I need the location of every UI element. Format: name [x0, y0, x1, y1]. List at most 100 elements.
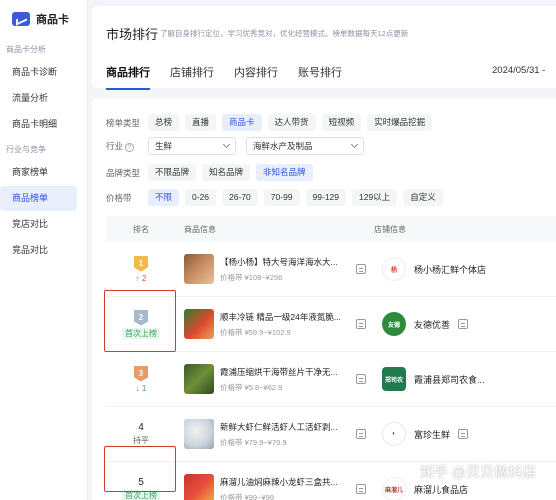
column-header-rank: 排名 [133, 224, 149, 234]
copy-icon[interactable] [356, 429, 366, 439]
list-type-chip[interactable]: 实时爆品挖掘 [367, 114, 433, 131]
list-type-chip-selected[interactable]: 商品卡 [222, 114, 262, 131]
product-image[interactable] [184, 419, 214, 449]
product-title[interactable]: 【杨小杨】特大号海洋海水大... [220, 256, 350, 268]
product-cell[interactable]: 麻溜儿油焖麻辣小龙虾三盒共... 价格带 ¥99~¥99 [176, 474, 368, 500]
copy-icon[interactable] [458, 429, 469, 439]
chevron-down-icon [350, 140, 359, 149]
help-icon[interactable]: ? [125, 143, 135, 152]
table-header: 排名 商品信息 店铺信息 [106, 216, 556, 242]
rank-cell: 1 ↑ 2 [106, 255, 176, 283]
product-cell[interactable]: 顺丰冷链 精品一级24年液氮脆... 价格带 ¥59.9~¥102.9 [176, 309, 368, 339]
product-cell[interactable]: 【杨小杨】特大号海洋海水大... 价格带 ¥108~¥256 [176, 254, 368, 284]
brand[interactable]: 商品卡 [0, 0, 87, 38]
select-value: 海鲜水产及制品 [253, 141, 313, 151]
copy-icon[interactable] [356, 264, 366, 274]
date-range-picker[interactable]: 2024/05/31 - [492, 65, 545, 76]
product-title[interactable]: 霞浦压缩烘干海带丝片干净无... [220, 366, 350, 378]
shop-name[interactable]: 杨小杨汇鲜个体店 [414, 263, 486, 276]
sidebar-item-card-details[interactable]: 商品卡明细 [0, 112, 87, 137]
copy-icon[interactable] [356, 374, 366, 384]
tab-account-ranking[interactable]: 账号排行 [298, 64, 342, 90]
price-chip[interactable]: 0-26 [185, 189, 217, 206]
product-title[interactable]: 顺丰冷链 精品一级24年液氮脆... [220, 311, 350, 323]
copy-icon[interactable] [356, 319, 366, 329]
nav-group-title: 行业与竞争 [6, 145, 46, 154]
industry-secondary-select[interactable]: 海鲜水产及制品 [246, 137, 364, 155]
rank-trend: ↑ 2 [135, 273, 147, 283]
sidebar-item-product-ranking[interactable]: 商品榜单 [0, 186, 77, 211]
filter-label: 品牌类型 [106, 167, 141, 178]
product-price: 价格带 ¥59.9~¥102.9 [220, 327, 291, 337]
sidebar-item-card-diagnosis[interactable]: 商品卡诊断 [0, 60, 87, 85]
column-header-shop: 店铺信息 [374, 224, 406, 234]
price-chip-custom[interactable]: 自定义 [403, 189, 443, 206]
rank-cell: 3 ↓ 1 [106, 365, 176, 393]
shop-name[interactable]: 麻溜儿食品店 [414, 483, 468, 496]
shop-logo: 麻溜儿 [382, 477, 406, 500]
price-chip[interactable]: 70-99 [263, 189, 300, 206]
tab-product-ranking[interactable]: 商品排行 [106, 64, 150, 90]
tab-shop-ranking[interactable]: 店铺排行 [170, 64, 214, 90]
shop-name[interactable]: 霞浦县郑司农食... [414, 373, 485, 386]
shop-cell[interactable]: 杨 杨小杨汇鲜个体店 [368, 257, 486, 281]
bronze-medal-icon: 3 [134, 365, 148, 382]
brand-type-chip-selected[interactable]: 非知名品牌 [256, 164, 313, 181]
shop-logo: ◐ [382, 422, 406, 446]
rank-trend: 持平 [133, 436, 149, 445]
tab-content-ranking[interactable]: 内容排行 [234, 64, 278, 90]
product-image[interactable] [184, 474, 214, 500]
copy-icon[interactable] [458, 319, 469, 329]
copy-icon[interactable] [356, 484, 366, 494]
product-image[interactable] [184, 254, 214, 284]
brand-type-chip[interactable]: 不限品牌 [148, 164, 197, 181]
product-price: 价格带 ¥108~¥256 [220, 272, 283, 282]
product-price: 价格带 ¥79.9~¥79.9 [220, 437, 287, 447]
rank-trend: ↓ 1 [135, 383, 147, 393]
shop-cell[interactable]: ◐ 富珍生鲜 [368, 422, 469, 446]
product-image[interactable] [184, 364, 214, 394]
highlight-box [104, 290, 176, 352]
industry-primary-select[interactable]: 生鲜 [148, 137, 236, 155]
list-type-chip[interactable]: 直播 [185, 114, 217, 131]
product-price: 价格带 ¥99~¥99 [220, 492, 274, 500]
sidebar-item-shop-compare[interactable]: 竞店对比 [0, 212, 87, 237]
product-cell[interactable]: 新鲜大虾仁鲜活虾人工活虾剥... 价格带 ¥79.9~¥79.9 [176, 419, 368, 449]
price-chip[interactable]: 129以上 [352, 189, 398, 206]
price-chip[interactable]: 99-129 [305, 189, 346, 206]
price-chip-selected[interactable]: 不限 [148, 189, 180, 206]
sidebar: 商品卡 商品卡分析 商品卡诊断 流量分析 商品卡明细 行业与竞争 商家榜单 商品… [0, 0, 88, 500]
header-card: 市场排行 了解自身排行定位，学习优秀竞对，优化经营模式。榜单数据每天12点更新 … [92, 6, 556, 90]
tab-bar: 商品排行 店铺排行 内容排行 账号排行 [106, 64, 342, 90]
table-row[interactable]: 1 ↑ 2 【杨小杨】特大号海洋海水大... 价格带 ¥108~¥256 杨 杨… [106, 242, 556, 297]
page-description: 了解自身排行定位，学习优秀竞对，优化经营模式。榜单数据每天12点更新 [160, 29, 409, 38]
list-type-chip[interactable]: 短视频 [321, 114, 362, 131]
product-title[interactable]: 新鲜大虾仁鲜活虾人工活虾剥... [220, 421, 350, 433]
shop-name[interactable]: 富珍生鲜 [414, 428, 450, 441]
list-type-chip[interactable]: 达人带货 [267, 114, 316, 131]
product-title[interactable]: 麻溜儿油焖麻辣小龙虾三盒共... [220, 476, 350, 488]
shop-cell[interactable]: 郑司农 霞浦县郑司农食... [368, 367, 485, 391]
gold-medal-icon: 1 [134, 255, 148, 272]
highlight-box [104, 446, 176, 492]
price-chip[interactable]: 26-70 [222, 189, 258, 206]
shop-cell[interactable]: 友德 友德优善 [368, 312, 469, 336]
nav-group-title: 商品卡分析 [6, 45, 46, 54]
column-header-product: 商品信息 [184, 224, 216, 234]
brand-type-chip[interactable]: 知名品牌 [202, 164, 251, 181]
sidebar-item-traffic-analysis[interactable]: 流量分析 [0, 86, 87, 111]
shop-name[interactable]: 友德优善 [414, 318, 450, 331]
filter-label: 榜单类型 [106, 117, 141, 128]
product-cell[interactable]: 霞浦压缩烘干海带丝片干净无... 价格带 ¥5.8~¥62.9 [176, 364, 368, 394]
list-type-chip[interactable]: 总榜 [148, 114, 180, 131]
select-value: 生鲜 [155, 141, 173, 151]
watermark: 知乎 @贝贝做抖店 [420, 464, 537, 480]
page-title: 市场排行 [106, 27, 159, 42]
chart-logo-icon [12, 12, 30, 26]
list-type-filter: 榜单类型 总榜 直播 商品卡 达人带货 短视频 实时爆品挖掘 [106, 114, 433, 131]
table-row[interactable]: 3 ↓ 1 霞浦压缩烘干海带丝片干净无... 价格带 ¥5.8~¥62.9 郑司… [106, 352, 556, 407]
filter-label: 价格带 [106, 192, 132, 203]
sidebar-item-product-compare[interactable]: 竞品对比 [0, 238, 87, 263]
product-image[interactable] [184, 309, 214, 339]
sidebar-item-merchant-ranking[interactable]: 商家榜单 [0, 160, 87, 185]
